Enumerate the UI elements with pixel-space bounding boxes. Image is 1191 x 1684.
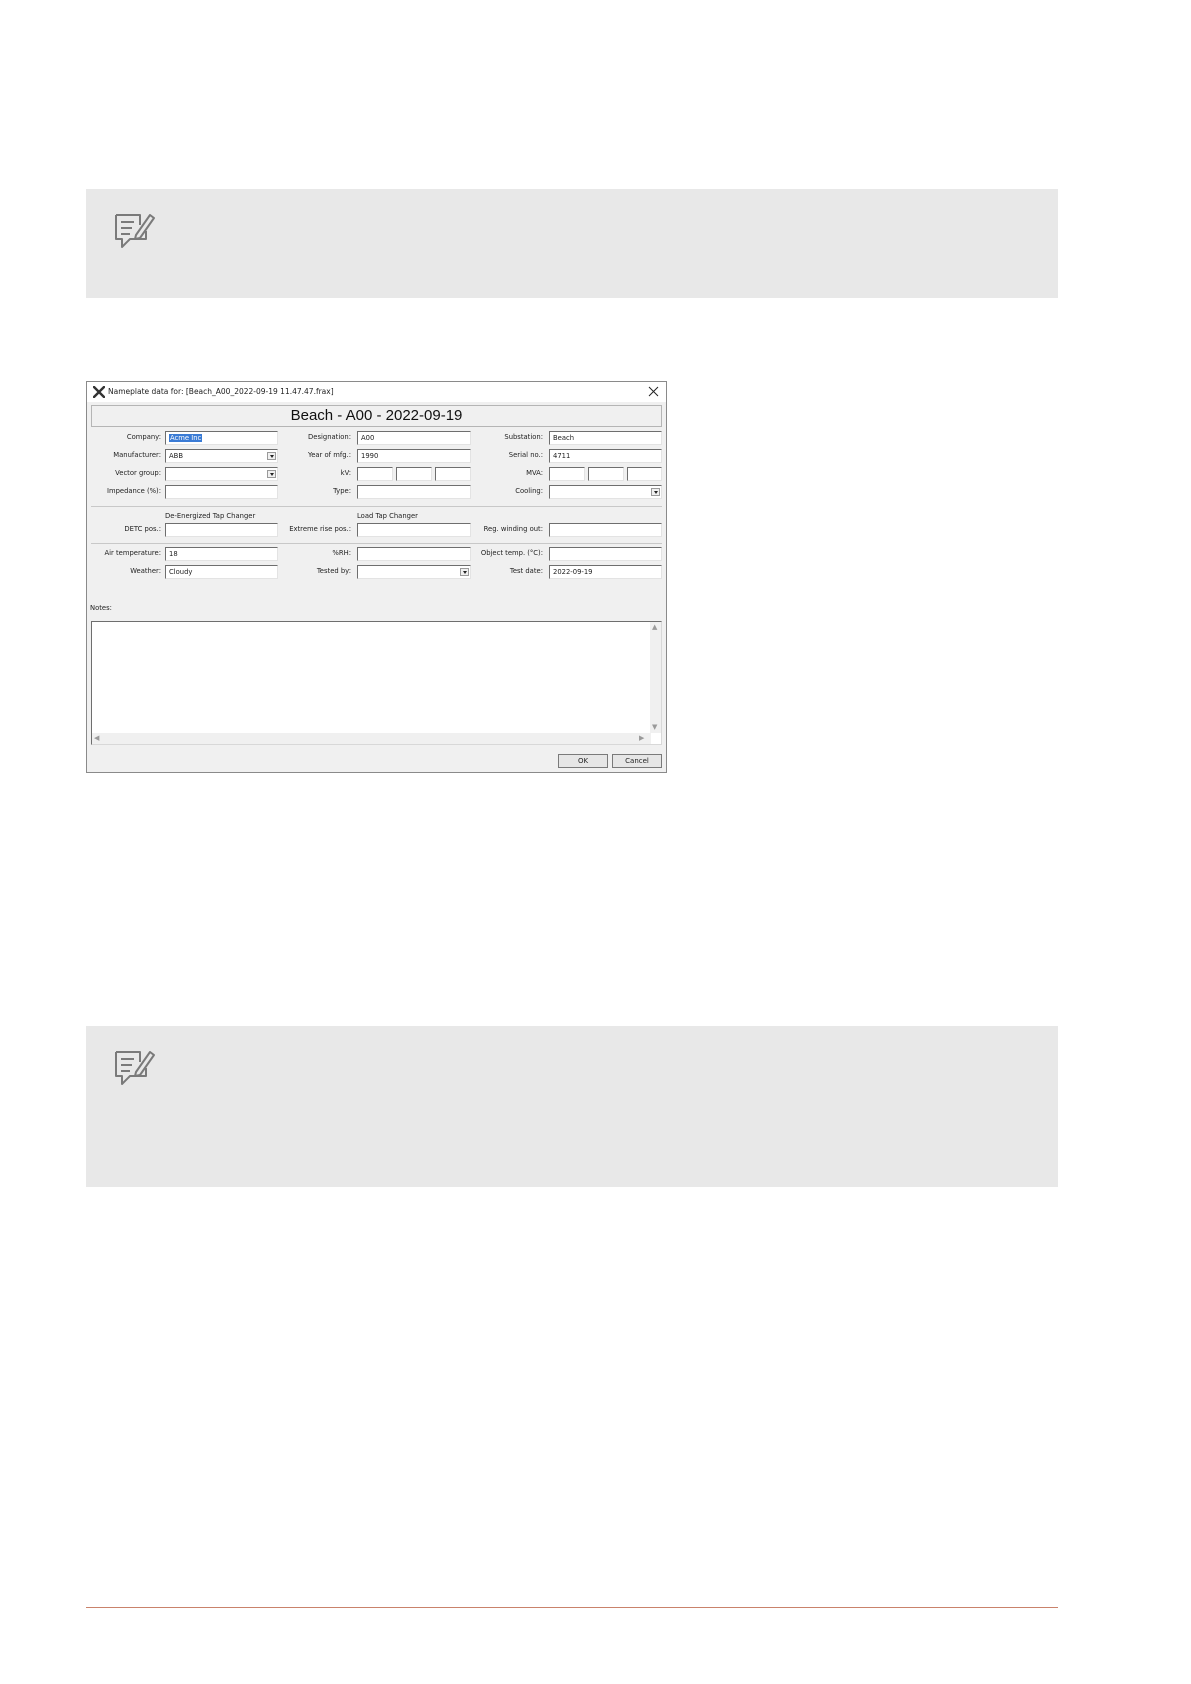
kv-field-1[interactable]	[357, 467, 393, 481]
nameplate-dialog: Nameplate data for: [Beach_A00_2022-09-1…	[86, 381, 667, 773]
manufacturer-label: Manufacturer:	[113, 451, 161, 459]
object-temp-label: Object temp. (°C):	[480, 549, 543, 557]
title-bar: Nameplate data for: [Beach_A00_2022-09-1…	[87, 382, 666, 402]
kv-field-2[interactable]	[396, 467, 432, 481]
chevron-down-icon[interactable]	[651, 488, 660, 496]
designation-label: Designation:	[308, 433, 351, 441]
kv-label: kV:	[340, 469, 351, 477]
extreme-rise-pos-label: Extreme rise pos.:	[289, 525, 351, 533]
footer-divider	[86, 1607, 1058, 1608]
vector-group-label: Vector group:	[115, 469, 161, 477]
impedance-field[interactable]	[165, 485, 278, 499]
manufacturer-value: ABB	[169, 452, 183, 460]
type-label: Type:	[333, 487, 351, 495]
substation-label: Substation:	[504, 433, 543, 441]
close-icon[interactable]	[647, 385, 660, 398]
divider	[91, 506, 662, 507]
serial-no-label: Serial no.:	[508, 451, 543, 459]
company-field[interactable]: Acme Inc	[165, 431, 278, 445]
serial-no-field[interactable]: 4711	[549, 449, 662, 463]
note-box	[86, 189, 1058, 298]
x-app-icon	[93, 386, 105, 398]
company-value: Acme Inc	[169, 434, 203, 442]
object-temp-field[interactable]	[549, 547, 662, 561]
weather-field[interactable]: Cloudy	[165, 565, 278, 579]
mva-field-2[interactable]	[588, 467, 624, 481]
weather-label: Weather:	[130, 567, 161, 575]
notes-textarea[interactable]: ▲ ▼ ◀ ▶	[91, 621, 662, 745]
detc-pos-label: DETC pos.:	[124, 525, 161, 533]
detc-pos-field[interactable]	[165, 523, 278, 537]
ok-button[interactable]: OK	[558, 754, 608, 768]
air-temperature-field[interactable]: 18	[165, 547, 278, 561]
scroll-up-icon[interactable]: ▲	[652, 623, 657, 631]
company-label: Company:	[126, 433, 161, 441]
test-date-field[interactable]: 2022-09-19	[549, 565, 662, 579]
test-date-label: Test date:	[509, 567, 543, 575]
detc-section-label: De-Energized Tap Changer	[165, 512, 256, 520]
reg-winding-out-field[interactable]	[549, 523, 662, 537]
cooling-label: Cooling:	[515, 487, 543, 495]
air-temperature-label: Air temperature:	[104, 549, 161, 557]
horizontal-scrollbar[interactable]: ◀ ▶	[92, 733, 651, 744]
tested-by-label: Tested by:	[316, 567, 351, 575]
cancel-button[interactable]: Cancel	[612, 754, 662, 768]
notes-label: Notes:	[90, 604, 112, 612]
note-pencil-icon	[115, 1051, 155, 1085]
note-box	[86, 1026, 1058, 1187]
mva-label: MVA:	[526, 469, 543, 477]
rh-label: %RH:	[332, 549, 351, 557]
vector-group-select[interactable]	[165, 467, 278, 481]
cooling-select[interactable]	[549, 485, 662, 499]
reg-winding-out-label: Reg. winding out:	[483, 525, 543, 533]
ltc-section-label: Load Tap Changer	[357, 512, 418, 520]
vertical-scrollbar[interactable]: ▲ ▼	[650, 622, 661, 733]
scroll-right-icon[interactable]: ▶	[639, 734, 644, 742]
note-pencil-icon	[115, 214, 155, 248]
dialog-title: Nameplate data for: [Beach_A00_2022-09-1…	[108, 387, 334, 396]
mva-field-1[interactable]	[549, 467, 585, 481]
impedance-label: Impedance (%):	[106, 487, 161, 495]
substation-field[interactable]: Beach	[549, 431, 662, 445]
scroll-left-icon[interactable]: ◀	[94, 734, 99, 742]
divider	[91, 543, 662, 544]
year-of-mfg-label: Year of mfg.:	[307, 451, 351, 459]
mva-field-3[interactable]	[627, 467, 662, 481]
scroll-down-icon[interactable]: ▼	[652, 723, 657, 731]
manufacturer-select[interactable]: ABB	[165, 449, 278, 463]
dialog-header: Beach - A00 - 2022-09-19	[91, 405, 662, 427]
